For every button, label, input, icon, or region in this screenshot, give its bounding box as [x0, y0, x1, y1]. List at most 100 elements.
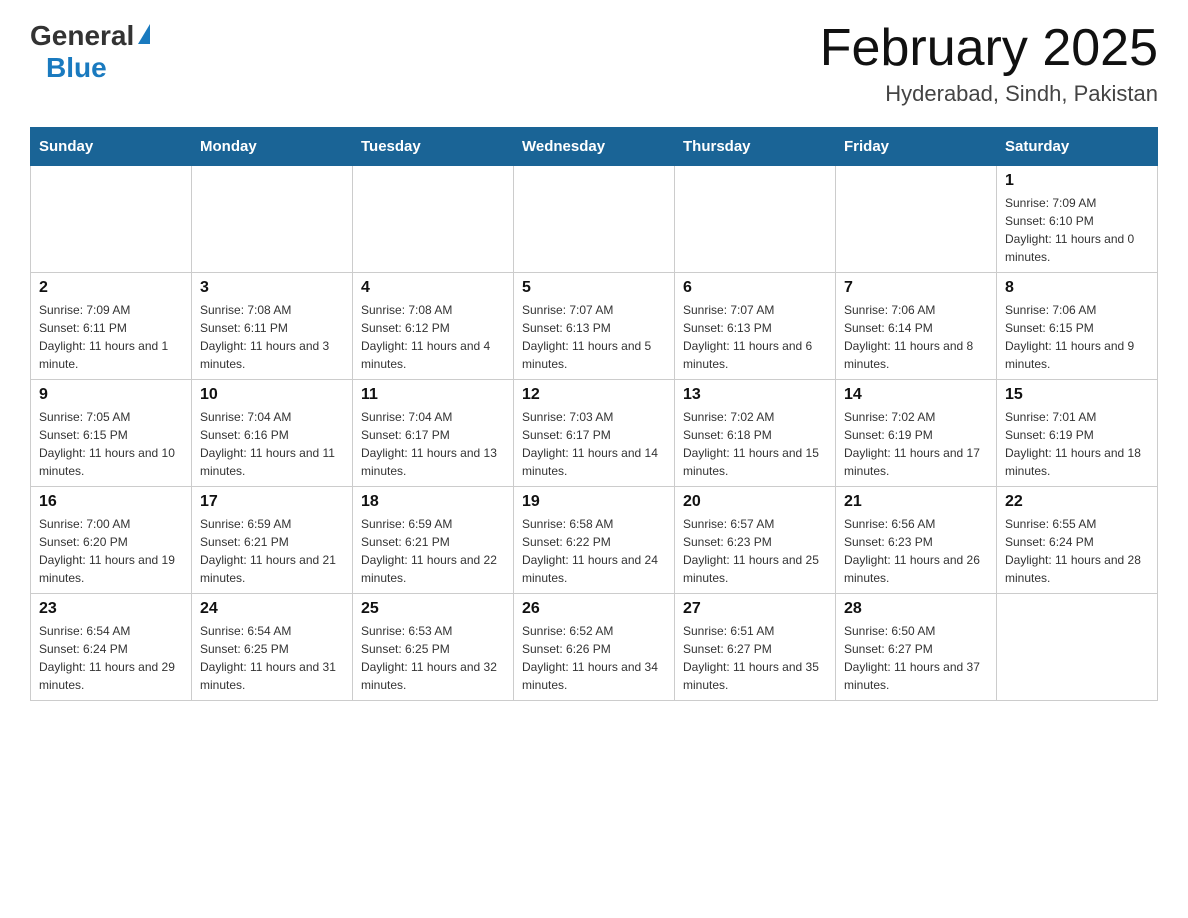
- calendar-cell: 21Sunrise: 6:56 AMSunset: 6:23 PMDayligh…: [836, 487, 997, 594]
- sunrise-text: Sunrise: 7:08 AM: [200, 303, 291, 317]
- day-number: 18: [361, 493, 505, 511]
- logo-blue-text: Blue: [46, 52, 107, 84]
- sunrise-text: Sunrise: 6:58 AM: [522, 517, 613, 531]
- day-number: 10: [200, 386, 344, 404]
- sunset-text: Sunset: 6:21 PM: [200, 535, 289, 549]
- calendar-cell: [675, 166, 836, 273]
- sunset-text: Sunset: 6:17 PM: [361, 428, 450, 442]
- logo-general-text: General: [30, 20, 134, 52]
- calendar-week-row: 2Sunrise: 7:09 AMSunset: 6:11 PMDaylight…: [31, 273, 1158, 380]
- day-info: Sunrise: 7:05 AMSunset: 6:15 PMDaylight:…: [39, 408, 183, 480]
- sunset-text: Sunset: 6:10 PM: [1005, 214, 1094, 228]
- sunrise-text: Sunrise: 6:53 AM: [361, 624, 452, 638]
- sunset-text: Sunset: 6:21 PM: [361, 535, 450, 549]
- day-number: 23: [39, 600, 183, 618]
- day-info: Sunrise: 6:50 AMSunset: 6:27 PMDaylight:…: [844, 622, 988, 694]
- calendar-week-row: 1 Sunrise: 7:09 AMSunset: 6:10 PMDaylight…: [31, 166, 1158, 273]
- daylight-text: Daylight: 11 hours and 24 minutes.: [522, 553, 658, 585]
- logo: General Blue: [30, 20, 150, 84]
- calendar-cell: [997, 594, 1158, 701]
- day-number: 25: [361, 600, 505, 618]
- sunset-text: Sunset: 6:17 PM: [522, 428, 611, 442]
- sunset-text: Sunset: 6:23 PM: [683, 535, 772, 549]
- daylight-text: Daylight: 11 hours and 28 minutes.: [1005, 553, 1141, 585]
- day-info: Sunrise: 7:03 AMSunset: 6:17 PMDaylight:…: [522, 408, 666, 480]
- sunrise-text: Sunrise: 6:55 AM: [1005, 517, 1096, 531]
- day-number: 8: [1005, 279, 1149, 297]
- calendar-week-row: 9 Sunrise: 7:05 AMSunset: 6:15 PMDaylight…: [31, 380, 1158, 487]
- day-info: Sunrise: 6:51 AMSunset: 6:27 PMDaylight:…: [683, 622, 827, 694]
- sunrise-text: Sunrise: 6:52 AM: [522, 624, 613, 638]
- daylight-text: Daylight: 11 hours and 19 minutes.: [39, 553, 175, 585]
- sunrise-text: Sunrise: 6:56 AM: [844, 517, 935, 531]
- calendar-cell: 17Sunrise: 6:59 AMSunset: 6:21 PMDayligh…: [192, 487, 353, 594]
- location-title: Hyderabad, Sindh, Pakistan: [820, 81, 1158, 107]
- calendar-cell: 4Sunrise: 7:08 AMSunset: 6:12 PMDaylight…: [353, 273, 514, 380]
- day-number: 6: [683, 279, 827, 297]
- day-number: 2: [39, 279, 183, 297]
- page-header: General Blue February 2025 Hyderabad, Si…: [30, 20, 1158, 107]
- sunrise-text: Sunrise: 7:02 AM: [844, 410, 935, 424]
- day-info: Sunrise: 7:06 AMSunset: 6:14 PMDaylight:…: [844, 301, 988, 373]
- calendar-cell: 9 Sunrise: 7:05 AMSunset: 6:15 PMDaylight…: [31, 380, 192, 487]
- calendar-cell: [192, 166, 353, 273]
- title-block: February 2025 Hyderabad, Sindh, Pakistan: [820, 20, 1158, 107]
- sunset-text: Sunset: 6:11 PM: [200, 321, 288, 335]
- day-number: 3: [200, 279, 344, 297]
- day-info: Sunrise: 6:56 AMSunset: 6:23 PMDaylight:…: [844, 515, 988, 587]
- calendar-cell: 19Sunrise: 6:58 AMSunset: 6:22 PMDayligh…: [514, 487, 675, 594]
- sunset-text: Sunset: 6:13 PM: [683, 321, 772, 335]
- day-info: Sunrise: 7:04 AMSunset: 6:16 PMDaylight:…: [200, 408, 344, 480]
- sunrise-text: Sunrise: 7:05 AM: [39, 410, 130, 424]
- day-number: 24: [200, 600, 344, 618]
- day-number: 19: [522, 493, 666, 511]
- sunset-text: Sunset: 6:25 PM: [361, 642, 450, 656]
- daylight-text: Daylight: 11 hours and 37 minutes.: [844, 660, 980, 692]
- col-monday: Monday: [192, 128, 353, 166]
- calendar-cell: 13Sunrise: 7:02 AMSunset: 6:18 PMDayligh…: [675, 380, 836, 487]
- daylight-text: Daylight: 11 hours and 17 minutes.: [844, 446, 980, 478]
- sunrise-text: Sunrise: 6:54 AM: [39, 624, 130, 638]
- day-number: 5: [522, 279, 666, 297]
- sunset-text: Sunset: 6:24 PM: [39, 642, 128, 656]
- day-info: Sunrise: 6:53 AM Sunset: 6:25 PM Daylight:…: [361, 622, 505, 694]
- day-number: 15: [1005, 386, 1149, 404]
- daylight-text: Daylight: 11 hours and 25 minutes.: [683, 553, 819, 585]
- calendar-cell: 5 Sunrise: 7:07 AMSunset: 6:13 PMDaylight…: [514, 273, 675, 380]
- daylight-text: Daylight: 11 hours and 32 minutes.: [361, 660, 497, 692]
- sunrise-text: Sunrise: 7:08 AM: [361, 303, 452, 317]
- day-info: Sunrise: 7:07 AMSunset: 6:13 PMDaylight:…: [683, 301, 827, 373]
- calendar-body: 1 Sunrise: 7:09 AMSunset: 6:10 PMDaylight…: [31, 166, 1158, 701]
- day-info: Sunrise: 7:01 AMSunset: 6:19 PMDaylight:…: [1005, 408, 1149, 480]
- calendar-week-row: 23 Sunrise: 6:54 AM Sunset: 6:24 PM Dayligh…: [31, 594, 1158, 701]
- daylight-text: Daylight: 11 hours and 8 minutes.: [844, 339, 973, 371]
- daylight-text: Daylight: 11 hours and 3 minutes.: [200, 339, 329, 371]
- calendar-cell: 7Sunrise: 7:06 AMSunset: 6:14 PMDaylight…: [836, 273, 997, 380]
- day-number: 1: [1005, 172, 1149, 190]
- day-number: 13: [683, 386, 827, 404]
- calendar-cell: 25 Sunrise: 6:53 AM Sunset: 6:25 PM Dayligh…: [353, 594, 514, 701]
- col-wednesday: Wednesday: [514, 128, 675, 166]
- sunset-text: Sunset: 6:27 PM: [844, 642, 933, 656]
- day-info: Sunrise: 7:07 AMSunset: 6:13 PMDaylight:…: [522, 301, 666, 373]
- day-number: 9: [39, 386, 183, 404]
- calendar-cell: 12 Sunrise: 7:03 AMSunset: 6:17 PMDayligh…: [514, 380, 675, 487]
- sunrise-text: Sunrise: 7:00 AM: [39, 517, 130, 531]
- day-number: 4: [361, 279, 505, 297]
- day-info: Sunrise: 7:09 AMSunset: 6:10 PMDaylight:…: [1005, 194, 1149, 266]
- calendar-table: Sunday Monday Tuesday Wednesday Thursday…: [30, 127, 1158, 701]
- sunrise-text: Sunrise: 7:07 AM: [683, 303, 774, 317]
- sunrise-text: Sunrise: 7:01 AM: [1005, 410, 1096, 424]
- col-sunday: Sunday: [31, 128, 192, 166]
- day-number: 21: [844, 493, 988, 511]
- sunrise-text: Sunrise: 6:57 AM: [683, 517, 774, 531]
- day-number: 12: [522, 386, 666, 404]
- calendar-cell: 20Sunrise: 6:57 AMSunset: 6:23 PMDayligh…: [675, 487, 836, 594]
- day-info: Sunrise: 7:02 AMSunset: 6:19 PMDaylight:…: [844, 408, 988, 480]
- sunset-text: Sunset: 6:23 PM: [844, 535, 933, 549]
- sunset-text: Sunset: 6:20 PM: [39, 535, 128, 549]
- daylight-text: Daylight: 11 hours and 14 minutes.: [522, 446, 658, 478]
- calendar-cell: 16Sunrise: 7:00 AMSunset: 6:20 PMDayligh…: [31, 487, 192, 594]
- calendar-cell: 11Sunrise: 7:04 AMSunset: 6:17 PMDayligh…: [353, 380, 514, 487]
- sunset-text: Sunset: 6:16 PM: [200, 428, 289, 442]
